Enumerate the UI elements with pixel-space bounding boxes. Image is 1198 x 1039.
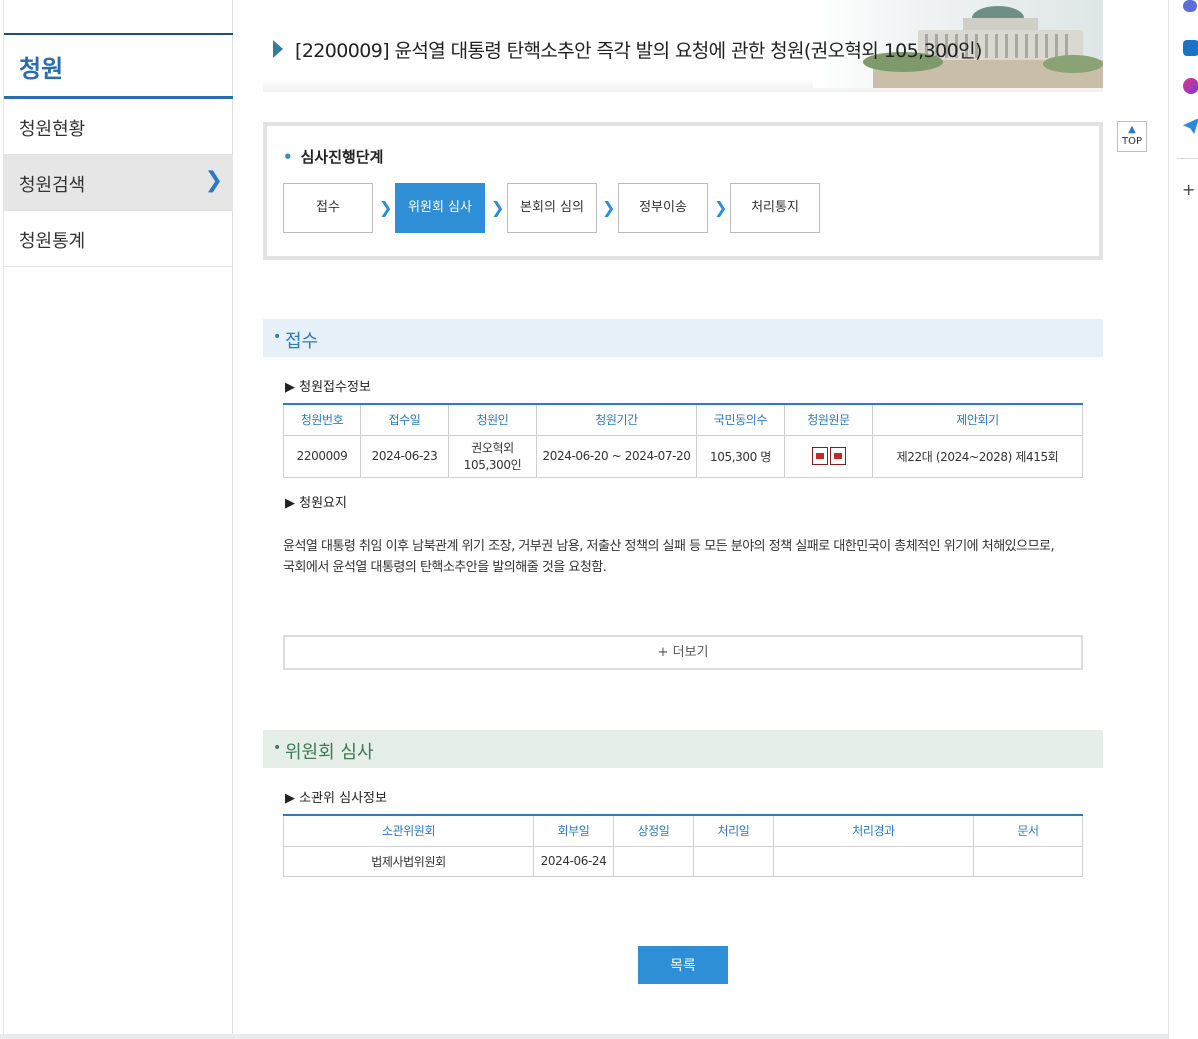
col-header: 처리일: [693, 814, 774, 847]
review-stage-box: 심사진행단계 접수 ❯ 위원회 심사 ❯ 본회의 심의 ❯ 정부이송 ❯ 처리통…: [263, 122, 1103, 260]
copilot-icon[interactable]: [1183, 0, 1197, 12]
bottom-scroll-strip: [0, 1034, 1168, 1039]
col-header: 소관위원회: [283, 814, 534, 847]
cell-original-docs: [784, 434, 873, 478]
cell-petition-number: 2200009: [283, 434, 361, 478]
sidebar-title: 청원: [4, 33, 233, 99]
col-header: 상정일: [613, 814, 694, 847]
col-header: 접수일: [360, 403, 449, 436]
page-title: [2200009] 윤석열 대통령 탄핵소추안 즉각 발의 요청에 관한 청원(…: [295, 40, 982, 62]
col-header: 제안회기: [872, 403, 1083, 436]
summary-line: 윤석열 대통령 취임 이후 남북관계 위기 조장, 거부권 남용, 저출산 정책…: [283, 539, 1055, 554]
section-reception-heading: • 접수: [263, 319, 1103, 357]
cell-presented-date: [613, 845, 694, 877]
table-header-row: 청원번호 접수일 청원인 청원기간 국민동의수 청원원문 제안회기: [283, 403, 1083, 436]
pdf-file-icon[interactable]: [829, 447, 846, 465]
left-sidebar: 청원 청원현황 청원검색 ❯ 청원통계: [3, 0, 233, 1034]
table-row: 법제사법위원회 2024-06-24: [283, 845, 1083, 877]
cell-reception-date: 2024-06-23: [360, 434, 449, 478]
sidebar-item-label: 청원현황: [19, 119, 86, 140]
chevron-right-icon: ❯: [204, 168, 223, 193]
cell-result: [773, 845, 974, 877]
committee-table: 소관위원회 회부일 상정일 처리일 처리경과 문서 법제사법위원회 2024-0…: [283, 814, 1083, 877]
summary-label: ▶ 청원요지: [285, 496, 347, 511]
games-icon[interactable]: [1183, 78, 1198, 94]
doc-icons: [811, 447, 846, 465]
list-button[interactable]: 목록: [638, 946, 728, 984]
cell-session: 제22대 (2024~2028) 제415회: [872, 434, 1083, 478]
page-title-bar: [2200009] 윤석열 대통령 탄핵소추안 즉각 발의 요청에 관한 청원(…: [263, 0, 1103, 92]
cell-processed-date: [693, 845, 774, 877]
sidebar-item-statistics[interactable]: 청원통계: [4, 211, 233, 267]
step-arrow-icon: ❯: [491, 198, 505, 217]
table-header-row: 소관위원회 회부일 상정일 처리일 처리경과 문서: [283, 814, 1083, 847]
bullet-icon: •: [273, 740, 282, 756]
step-reception: 접수: [283, 183, 373, 233]
col-header: 청원기간: [536, 403, 697, 436]
add-icon[interactable]: +: [1182, 180, 1195, 199]
step-government-transfer: 정부이송: [618, 183, 708, 233]
summary-line: 국회에서 윤석열 대통령의 탄핵소추안을 발의해줄 것을 요청함.: [283, 560, 607, 575]
step-notification: 처리통지: [730, 183, 820, 233]
step-arrow-icon: ❯: [714, 198, 728, 217]
cell-consents: 105,300 명: [696, 434, 785, 478]
sidebar-item-label: 청원통계: [19, 231, 86, 252]
page: 청원 청원현황 청원검색 ❯ 청원통계 [2200009] 윤석열 대통령 탄핵…: [0, 0, 1198, 1039]
section-committee-heading: • 위원회 심사: [263, 730, 1103, 768]
sidebar-item-status[interactable]: 청원현황: [4, 99, 233, 155]
cell-referred-date: 2024-06-24: [533, 845, 614, 877]
col-header: 문서: [973, 814, 1083, 847]
table-row: 2200009 2024-06-23 권오혁외 105,300인 2024-06…: [283, 434, 1083, 478]
step-plenary: 본회의 심의: [507, 183, 597, 233]
step-arrow-icon: ❯: [602, 198, 616, 217]
cell-petitioner: 권오혁외 105,300인: [448, 434, 537, 478]
cell-period: 2024-06-20 ~ 2024-07-20: [536, 434, 697, 478]
col-header: 국민동의수: [696, 403, 785, 436]
hwp-file-icon[interactable]: [811, 447, 828, 465]
step-arrow-icon: ❯: [379, 198, 393, 217]
col-header: 청원번호: [283, 403, 361, 436]
scroll-top-button[interactable]: ▲ TOP: [1117, 121, 1147, 152]
top-label: TOP: [1121, 136, 1142, 147]
col-header: 청원원문: [784, 403, 873, 436]
petition-summary: 윤석열 대통령 취임 이후 남북관계 위기 조장, 거부권 남용, 저출산 정책…: [283, 536, 1093, 578]
step-committee-review: 위원회 심사: [395, 183, 485, 233]
section-title: 위원회 심사: [285, 742, 374, 763]
petitioner-count: 105,300인: [463, 458, 522, 472]
col-header: 청원인: [448, 403, 537, 436]
sidebar-item-label: 청원검색: [19, 175, 86, 196]
sidebar-item-search[interactable]: 청원검색 ❯: [4, 155, 233, 211]
reception-table: 청원번호 접수일 청원인 청원기간 국민동의수 청원원문 제안회기 220000…: [283, 403, 1083, 478]
arrow-up-icon: ▲: [1128, 124, 1136, 135]
section-title: 접수: [285, 331, 319, 352]
rail-divider: [1177, 158, 1198, 159]
stage-label: 심사진행단계: [283, 146, 384, 167]
col-header: 처리경과: [773, 814, 974, 847]
browser-side-rail: +: [1168, 0, 1198, 1039]
committee-info-label: ▶ 소관위 심사정보: [285, 791, 387, 806]
bullet-icon: •: [273, 329, 282, 345]
petitioner-name: 권오혁외: [471, 441, 514, 455]
outlook-icon[interactable]: [1183, 40, 1198, 56]
title-arrow-icon: [273, 40, 283, 58]
col-header: 회부일: [533, 814, 614, 847]
cell-documents: [973, 845, 1083, 877]
more-button[interactable]: + 더보기: [283, 635, 1083, 670]
send-icon[interactable]: [1183, 118, 1198, 134]
reception-info-label: ▶ 청원접수정보: [285, 380, 371, 395]
cell-committee: 법제사법위원회: [283, 845, 534, 877]
